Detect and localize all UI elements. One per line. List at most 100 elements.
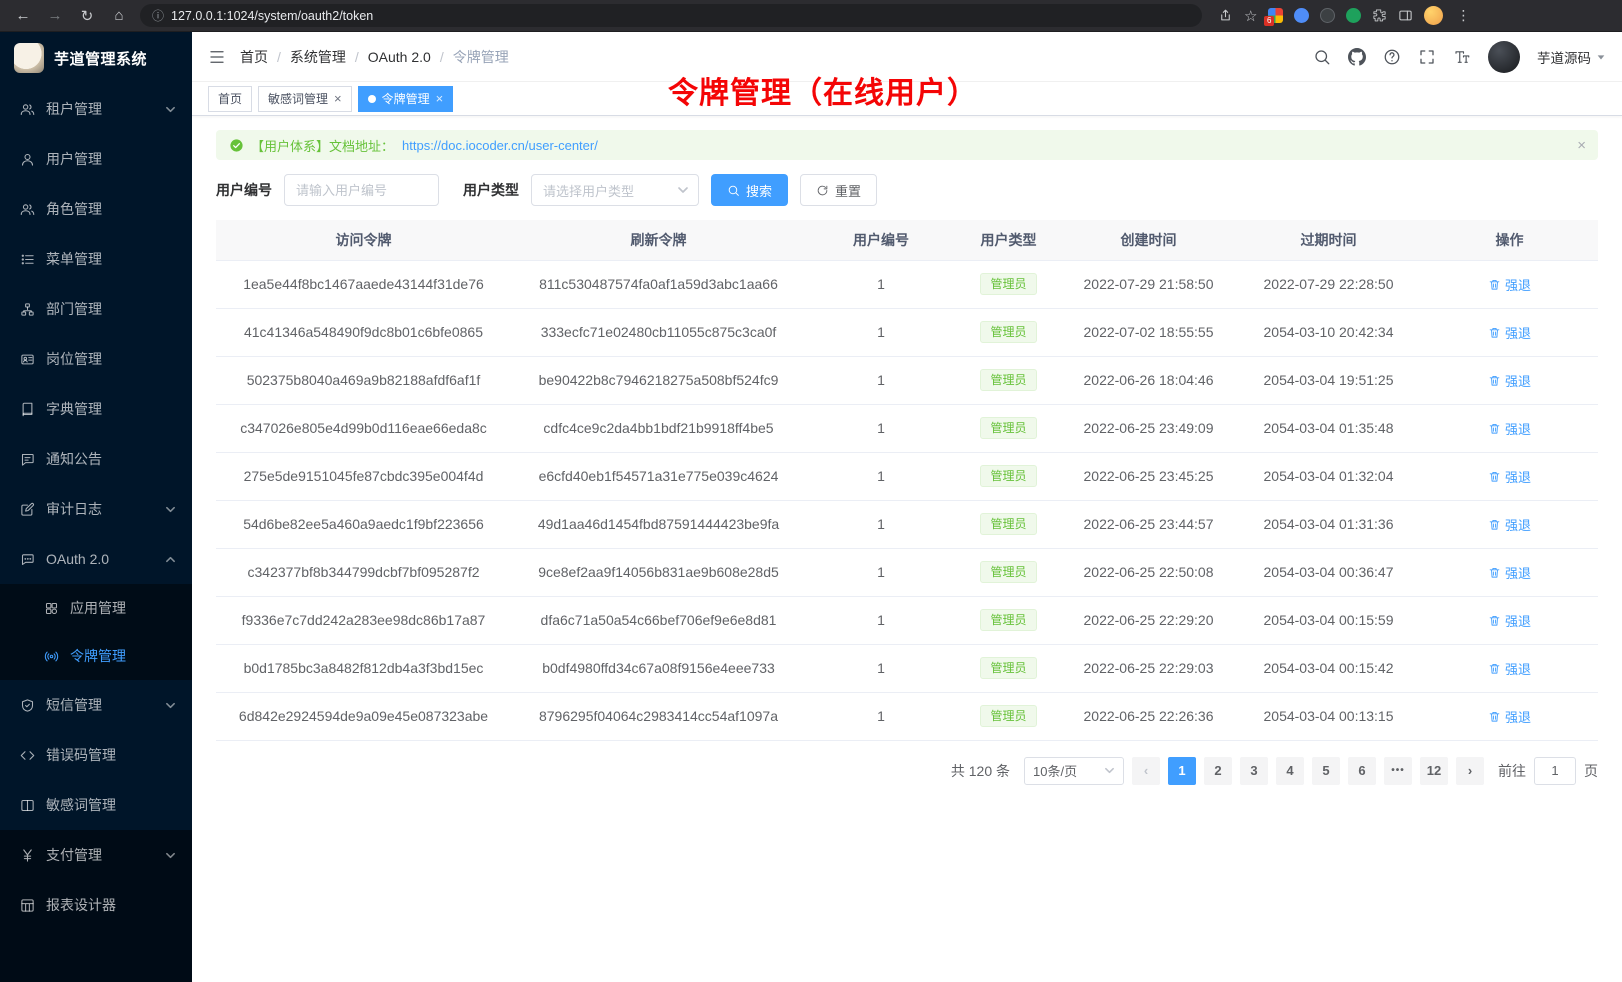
broadcast-icon — [44, 649, 59, 664]
force-logout-button[interactable]: 强退 — [1488, 323, 1531, 342]
back-icon[interactable]: ← — [12, 7, 34, 24]
github-icon[interactable] — [1348, 48, 1366, 66]
sidebar-item-oauth2[interactable]: OAuth 2.0 — [0, 534, 192, 584]
app-logo[interactable]: 芋道管理系统 — [0, 32, 192, 84]
force-logout-button[interactable]: 强退 — [1488, 563, 1531, 582]
close-icon[interactable]: × — [1577, 137, 1586, 154]
sidebar-item-role[interactable]: 角色管理 — [0, 184, 192, 234]
chevron-down-icon — [165, 700, 176, 711]
page-button-4[interactable]: 4 — [1276, 757, 1304, 785]
user-avatar[interactable] — [1488, 41, 1520, 73]
tab-token[interactable]: 令牌管理 × — [358, 86, 454, 112]
user-id-cell: 1 — [806, 500, 956, 548]
page-button-12[interactable]: 12 — [1420, 757, 1448, 785]
page-button-1[interactable]: 1 — [1168, 757, 1196, 785]
sidebar-item-dept[interactable]: 部门管理 — [0, 284, 192, 334]
sidebar-item-label: 岗位管理 — [46, 349, 102, 369]
extension-green-icon[interactable] — [1346, 8, 1361, 23]
access-token-cell: 1ea5e44f8bc1467aaede43144f31de76 — [216, 260, 511, 308]
breadcrumb-home[interactable]: 首页 — [240, 47, 268, 67]
extension-blue-icon[interactable] — [1294, 8, 1309, 23]
doc-link[interactable]: https://doc.iocoder.cn/user-center/ — [402, 138, 598, 153]
user-menu[interactable]: 芋道源码 — [1537, 47, 1606, 67]
sidebar-item-tenant[interactable]: 租户管理 — [0, 84, 192, 134]
col-refresh-token: 刷新令牌 — [511, 220, 806, 260]
sidebar-item-oauth2-token[interactable]: 令牌管理 — [0, 632, 192, 680]
user-type-select[interactable]: 请选择用户类型 — [531, 174, 699, 206]
force-logout-button[interactable]: 强退 — [1488, 275, 1531, 294]
page-button-3[interactable]: 3 — [1240, 757, 1268, 785]
sidebar-item-label: 菜单管理 — [46, 249, 102, 269]
force-logout-button[interactable]: 强退 — [1488, 515, 1531, 534]
sidebar-item-pay[interactable]: 支付管理 — [0, 830, 192, 880]
sidebar-item-dict[interactable]: 字典管理 — [0, 384, 192, 434]
edit-note-icon — [20, 502, 35, 517]
refresh-icon — [816, 184, 829, 197]
reload-icon[interactable]: ↻ — [76, 7, 98, 25]
access-token-cell: c342377bf8b344799dcbf7bf095287f2 — [216, 548, 511, 596]
goto-page-input[interactable] — [1534, 757, 1576, 785]
page-size-select[interactable]: 10条/页 — [1024, 757, 1124, 785]
font-size-icon[interactable] — [1453, 48, 1471, 66]
force-logout-button[interactable]: 强退 — [1488, 467, 1531, 486]
sidebar-item-oauth2-app[interactable]: 应用管理 — [0, 584, 192, 632]
breadcrumb-oauth2[interactable]: OAuth 2.0 — [368, 49, 431, 65]
chevron-down-icon — [165, 504, 176, 515]
reset-button[interactable]: 重置 — [800, 174, 877, 206]
sidebar-item-post[interactable]: 岗位管理 — [0, 334, 192, 384]
search-button[interactable]: 搜索 — [711, 174, 788, 206]
site-info-icon[interactable]: ⓘ — [152, 7, 164, 24]
sidebar-item-menu[interactable]: 菜单管理 — [0, 234, 192, 284]
next-page-button[interactable]: › — [1456, 757, 1484, 785]
page-button-6[interactable]: 6 — [1348, 757, 1376, 785]
url-bar[interactable]: ⓘ 127.0.0.1:1024/system/oauth2/token — [140, 4, 1202, 27]
id-badge-icon — [20, 352, 35, 367]
force-logout-button[interactable]: 强退 — [1488, 419, 1531, 438]
page-button-2[interactable]: 2 — [1204, 757, 1232, 785]
sidebar-item-label: 令牌管理 — [70, 646, 126, 666]
user-type-badge: 管理员 — [980, 369, 1036, 391]
more-pages-button[interactable]: ••• — [1384, 757, 1412, 785]
force-logout-button[interactable]: 强退 — [1488, 611, 1531, 630]
close-icon[interactable]: × — [436, 92, 444, 105]
force-logout-button[interactable]: 强退 — [1488, 707, 1531, 726]
extension-icon[interactable]: 6 — [1268, 8, 1283, 23]
create-time-cell: 2022-07-02 18:55:55 — [1061, 308, 1236, 356]
expire-time-cell: 2054-03-04 19:51:25 — [1236, 356, 1421, 404]
user-id-input[interactable] — [284, 174, 439, 206]
page-button-5[interactable]: 5 — [1312, 757, 1340, 785]
sidebar-item-label: OAuth 2.0 — [46, 551, 109, 567]
tags-view-bar: 首页 敏感词管理 × 令牌管理 × — [192, 82, 1622, 116]
col-actions: 操作 — [1421, 220, 1598, 260]
sidebar-item-audit-log[interactable]: 审计日志 — [0, 484, 192, 534]
table-row: c342377bf8b344799dcbf7bf095287f2 9ce8ef2… — [216, 548, 1598, 596]
extensions-puzzle-icon[interactable] — [1372, 8, 1387, 23]
breadcrumb-system[interactable]: 系统管理 — [290, 47, 346, 67]
comment-icon — [20, 552, 35, 567]
home-icon[interactable]: ⌂ — [108, 7, 130, 24]
profile-avatar[interactable] — [1424, 6, 1443, 25]
share-icon[interactable] — [1218, 8, 1233, 23]
prev-page-button[interactable]: ‹ — [1132, 757, 1160, 785]
sidebar-item-report-designer[interactable]: 报表设计器 — [0, 880, 192, 930]
sidebar-item-sensitive-word[interactable]: 敏感词管理 — [0, 780, 192, 830]
force-logout-button[interactable]: 强退 — [1488, 659, 1531, 678]
menu-collapse-icon[interactable] — [208, 48, 226, 66]
help-icon[interactable] — [1383, 48, 1401, 66]
bookmark-star-icon[interactable]: ☆ — [1244, 7, 1257, 25]
split-view-icon[interactable] — [1398, 8, 1413, 23]
tab-home[interactable]: 首页 — [208, 86, 252, 112]
force-logout-button[interactable]: 强退 — [1488, 371, 1531, 390]
sidebar-item-user[interactable]: 用户管理 — [0, 134, 192, 184]
browser-menu-icon[interactable]: ⋮ — [1454, 7, 1472, 24]
search-icon[interactable] — [1313, 48, 1331, 66]
close-icon[interactable]: × — [334, 92, 342, 105]
sidebar-item-sms[interactable]: 短信管理 — [0, 680, 192, 730]
tab-sensitive-word[interactable]: 敏感词管理 × — [258, 86, 352, 112]
table-row: 1ea5e44f8bc1467aaede43144f31de76 811c530… — [216, 260, 1598, 308]
sidebar-item-error-code[interactable]: 错误码管理 — [0, 730, 192, 780]
extension-dark-icon[interactable] — [1320, 8, 1335, 23]
sidebar-item-notice[interactable]: 通知公告 — [0, 434, 192, 484]
fullscreen-icon[interactable] — [1418, 48, 1436, 66]
forward-icon[interactable]: → — [44, 7, 66, 24]
